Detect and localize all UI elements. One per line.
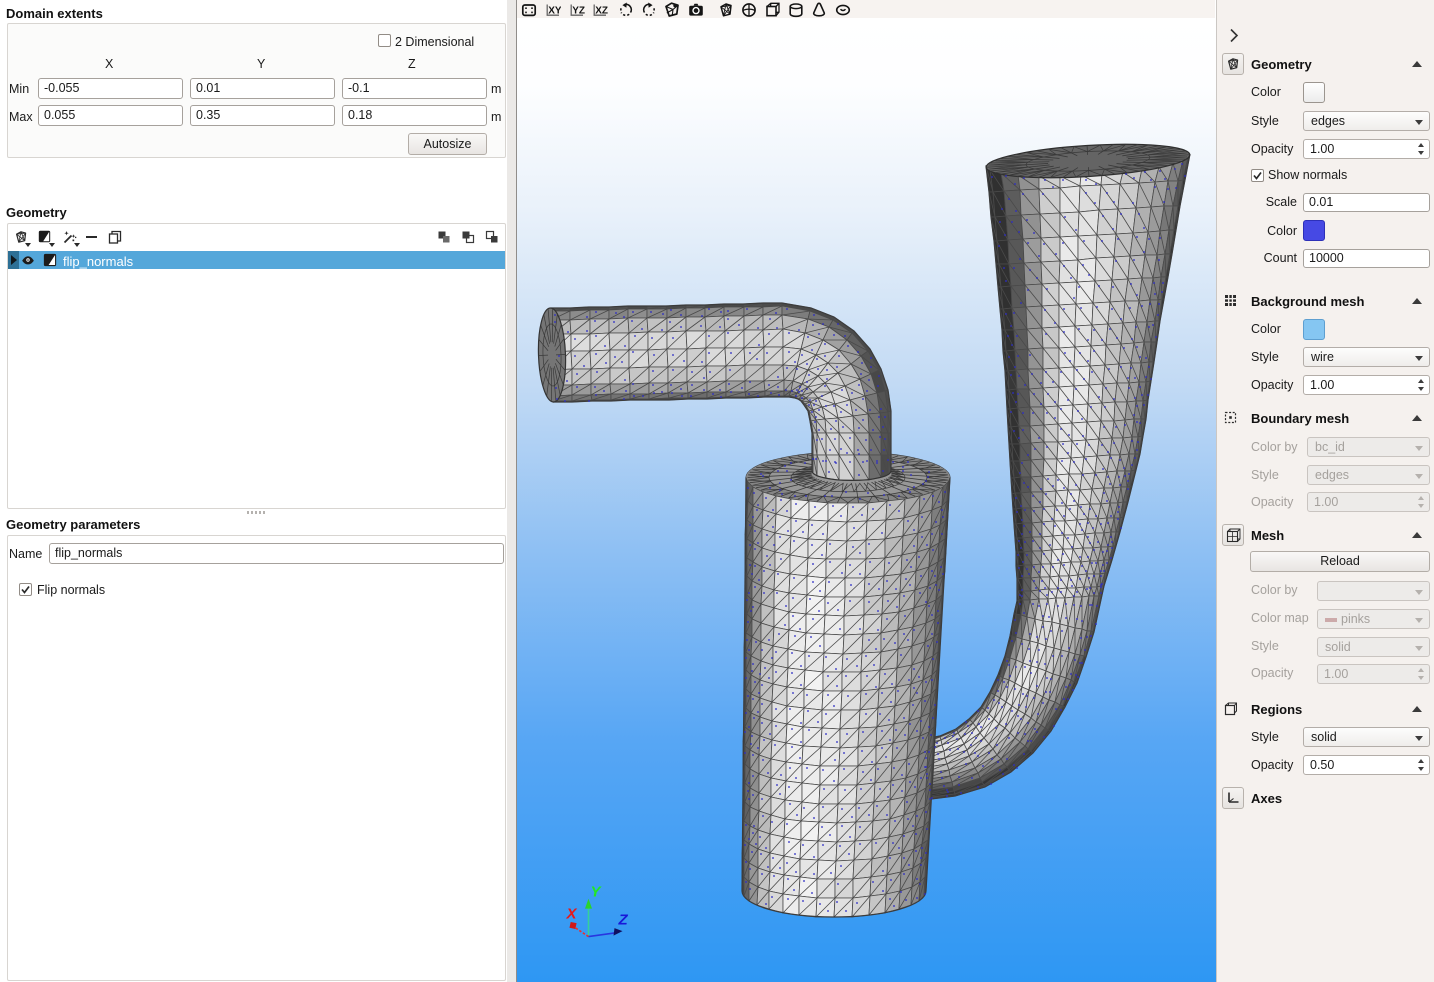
svg-text:X: X bbox=[566, 906, 578, 923]
svg-text:XY: XY bbox=[548, 6, 561, 17]
svg-text:YZ: YZ bbox=[572, 6, 585, 17]
svg-text:XZ: XZ bbox=[595, 6, 608, 17]
svg-text:Z: Z bbox=[618, 912, 629, 929]
